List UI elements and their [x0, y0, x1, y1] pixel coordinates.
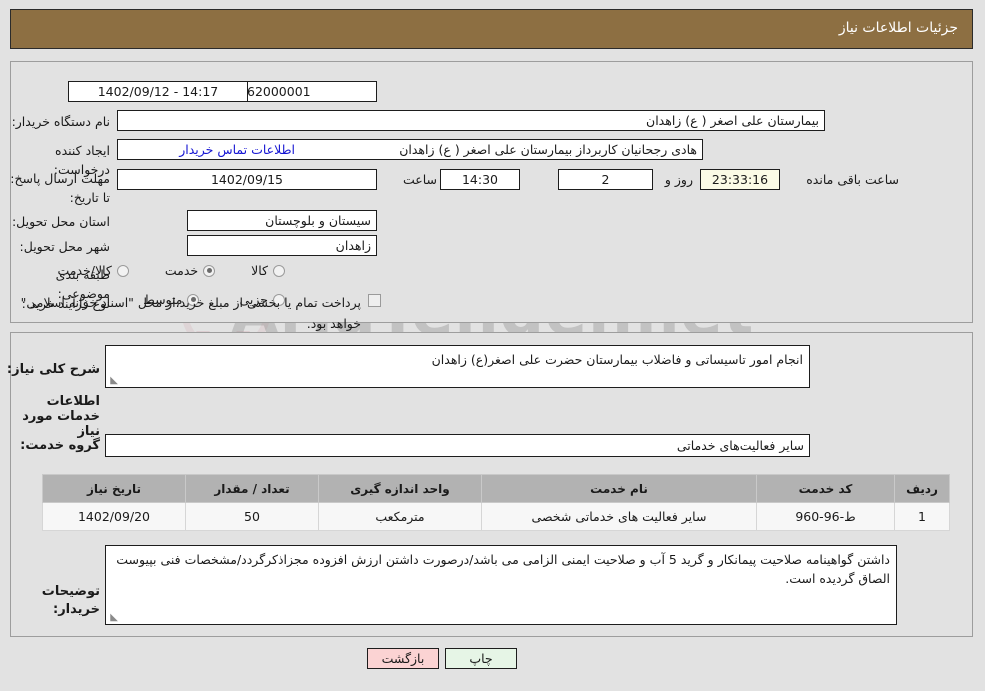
radio-icon[interactable] — [203, 264, 216, 277]
cell-unit: مترمکعب — [318, 502, 482, 531]
service-group-field[interactable]: سایر فعالیت‌های خدماتی — [105, 434, 810, 457]
print-button[interactable]: چاپ — [445, 648, 517, 669]
general-description-text: انجام امور تاسیساتی و فاضلاب بیمارستان ح… — [431, 352, 803, 367]
treasury-bonds-note: پرداخت تمام یا بخشی از مبلغ خرید،از محل … — [20, 295, 361, 331]
treasury-bonds-checkbox[interactable] — [368, 294, 381, 307]
cell-date: 1402/09/20 — [42, 502, 186, 531]
delivery-province-field[interactable]: سیستان و بلوچستان — [187, 210, 377, 231]
general-description-label: شرح کلی نیاز: — [6, 362, 100, 377]
announce-datetime-field[interactable]: 14:17 - 1402/09/12 — [68, 81, 248, 102]
city-label-row: شهر محل تحویل: — [20, 236, 110, 255]
days-remaining-field[interactable]: 2 — [558, 169, 653, 190]
deadline-label-row: مهلت ارسال پاسخ: تا تاریخ: — [10, 168, 110, 206]
page-root: V AriaTender.net جزئیات اطلاعات نیاز شما… — [0, 0, 985, 691]
category-option-khedmat[interactable]: خدمت — [164, 263, 216, 278]
buyer-org-label-row: نام دستگاه خریدار: — [12, 111, 110, 130]
delivery-province-label: استان محل تحویل: — [11, 214, 110, 229]
back-button[interactable]: بازگشت — [367, 648, 439, 669]
deadline-label: مهلت ارسال پاسخ: تا تاریخ: — [10, 171, 110, 205]
category-option-kala[interactable]: کالا — [251, 263, 285, 278]
buyer-contact-link[interactable]: اطلاعات تماس خریدار — [179, 139, 295, 160]
deadline-date-field[interactable]: 1402/09/15 — [117, 169, 377, 190]
cell-index: 1 — [894, 502, 950, 531]
col-unit: واحد اندازه گیری — [318, 474, 482, 503]
buyer-notes-text: داشتن گواهینامه صلاحیت پیمانکار و گرید 5… — [116, 552, 890, 586]
general-description-textarea[interactable]: انجام امور تاسیساتی و فاضلاب بیمارستان ح… — [105, 345, 810, 388]
service-group-label: گروه خدمت: — [20, 438, 100, 453]
cell-name: سایر فعالیت های خدماتی شخصی — [481, 502, 757, 531]
hour-field[interactable]: 14:30 — [440, 169, 520, 190]
cell-quantity: 50 — [185, 502, 319, 531]
col-code: کد خدمت — [756, 474, 895, 503]
cell-code: ط-96-960 — [756, 502, 895, 531]
resize-grip-icon[interactable]: ◣ — [108, 376, 118, 386]
category-option-label: خدمت — [164, 263, 199, 278]
services-section-title: اطلاعات خدمات مورد نیاز — [22, 394, 100, 439]
province-label-row: استان محل تحویل: — [12, 211, 110, 230]
col-quantity: تعداد / مقدار — [185, 474, 319, 503]
hours-remaining-label: ساعت باقی مانده — [806, 172, 899, 187]
category-option-label: کالا/خدمت — [57, 263, 112, 278]
countdown-timer-field: 23:33:16 — [700, 169, 780, 190]
delivery-city-field[interactable]: زاهدان — [187, 235, 377, 256]
subject-category-radio-group: کالا خدمت کالا/خدمت — [57, 263, 285, 278]
days-label: روز و — [664, 172, 693, 187]
col-index: ردیف — [894, 474, 950, 503]
table-header-row: ردیف کد خدمت نام خدمت واحد اندازه گیری ت… — [42, 474, 950, 503]
buyer-notes-textarea[interactable]: داشتن گواهینامه صلاحیت پیمانکار و گرید 5… — [105, 545, 897, 625]
resize-grip-icon[interactable]: ◣ — [108, 613, 118, 623]
radio-icon[interactable] — [116, 264, 129, 277]
hour-label: ساعت — [402, 172, 437, 187]
radio-icon[interactable] — [273, 264, 285, 277]
col-date: تاریخ نیاز — [42, 474, 186, 503]
services-table: ردیف کد خدمت نام خدمت واحد اندازه گیری ت… — [42, 474, 950, 531]
buyer-notes-label: توضیحات خریدار: — [41, 584, 100, 617]
buyer-org-field[interactable]: بیمارستان علی اصغر ( ع) زاهدان — [117, 110, 825, 131]
buyer-org-label: نام دستگاه خریدار: — [11, 114, 110, 129]
page-title: جزئیات اطلاعات نیاز — [838, 20, 958, 36]
category-option-kala-khedmat[interactable]: کالا/خدمت — [57, 263, 129, 278]
col-name: نام خدمت — [481, 474, 757, 503]
header-bar: جزئیات اطلاعات نیاز — [10, 9, 973, 49]
category-option-label: کالا — [251, 263, 268, 278]
table-row: 1 ط-96-960 سایر فعالیت های خدماتی شخصی م… — [42, 502, 950, 531]
delivery-city-label: شهر محل تحویل: — [19, 239, 110, 254]
